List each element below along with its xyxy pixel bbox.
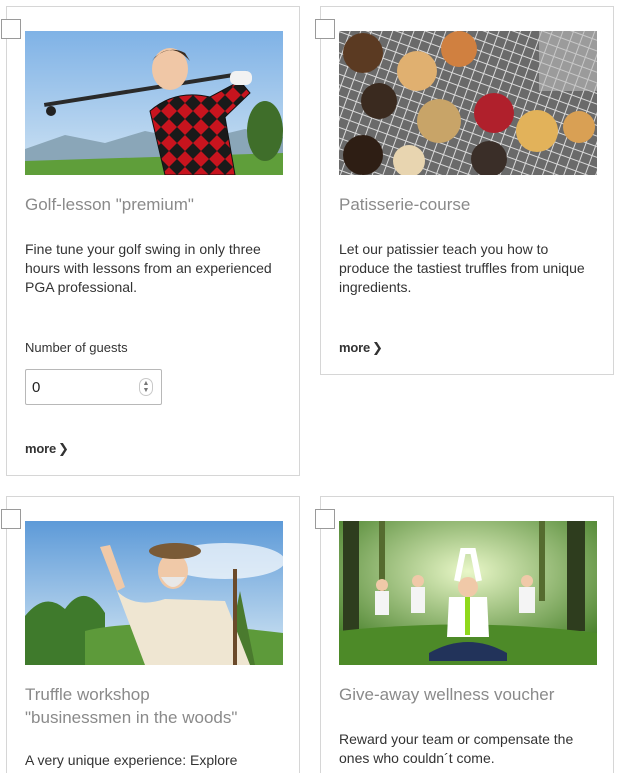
guests-label: Number of guests	[25, 340, 128, 355]
card-title: Truffle workshop "businessmen in the woo…	[25, 683, 237, 729]
card-title: Golf-lesson "premium"	[25, 195, 194, 214]
card-description: Let our patissier teach you how to produ…	[339, 241, 585, 295]
more-link-golf[interactable]: more ❯	[25, 441, 69, 457]
select-checkbox-truffle[interactable]	[1, 509, 21, 529]
truffles-on-rack-photo	[339, 31, 597, 175]
card-description: Fine tune your golf swing in only three …	[25, 241, 272, 295]
card-title-line2: "businessmen in the woods"	[25, 708, 238, 727]
card-wellness-voucher: Give-away wellness voucher Reward your t…	[315, 496, 614, 773]
spin-arrows-icon[interactable]: ▲ ▼	[139, 378, 153, 396]
spin-down-icon[interactable]: ▼	[143, 387, 150, 394]
select-checkbox-golf[interactable]	[1, 19, 21, 39]
guests-stepper: ▲ ▼	[25, 369, 162, 405]
card-description: A very unique experience: Explore	[25, 752, 238, 768]
select-checkbox-wellness[interactable]	[315, 509, 335, 529]
yoga-in-forest-photo	[339, 521, 597, 665]
spin-up-icon[interactable]: ▲	[143, 380, 150, 387]
chevron-right-icon: ❯	[372, 340, 383, 355]
chevron-right-icon: ❯	[58, 441, 69, 456]
card-golf-lesson: Golf-lesson "premium" Fine tune your gol…	[1, 6, 300, 476]
card-truffle-workshop: Truffle workshop "businessmen in the woo…	[1, 496, 300, 773]
card-title: Give-away wellness voucher	[339, 685, 555, 704]
guests-input[interactable]	[32, 376, 132, 398]
card-title-line1: Truffle workshop	[25, 685, 150, 704]
old-man-pointing-photo	[25, 521, 283, 665]
golfer-woman-photo	[25, 31, 283, 175]
card-description: Reward your team or compensate the ones …	[339, 731, 574, 766]
card-title: Patisserie-course	[339, 195, 471, 214]
more-label: more	[339, 340, 370, 355]
select-checkbox-patisserie[interactable]	[315, 19, 335, 39]
card-patisserie-course: Patisserie-course Let our patissier teac…	[315, 6, 614, 375]
more-link-patisserie[interactable]: more ❯	[339, 340, 383, 356]
more-label: more	[25, 441, 56, 456]
